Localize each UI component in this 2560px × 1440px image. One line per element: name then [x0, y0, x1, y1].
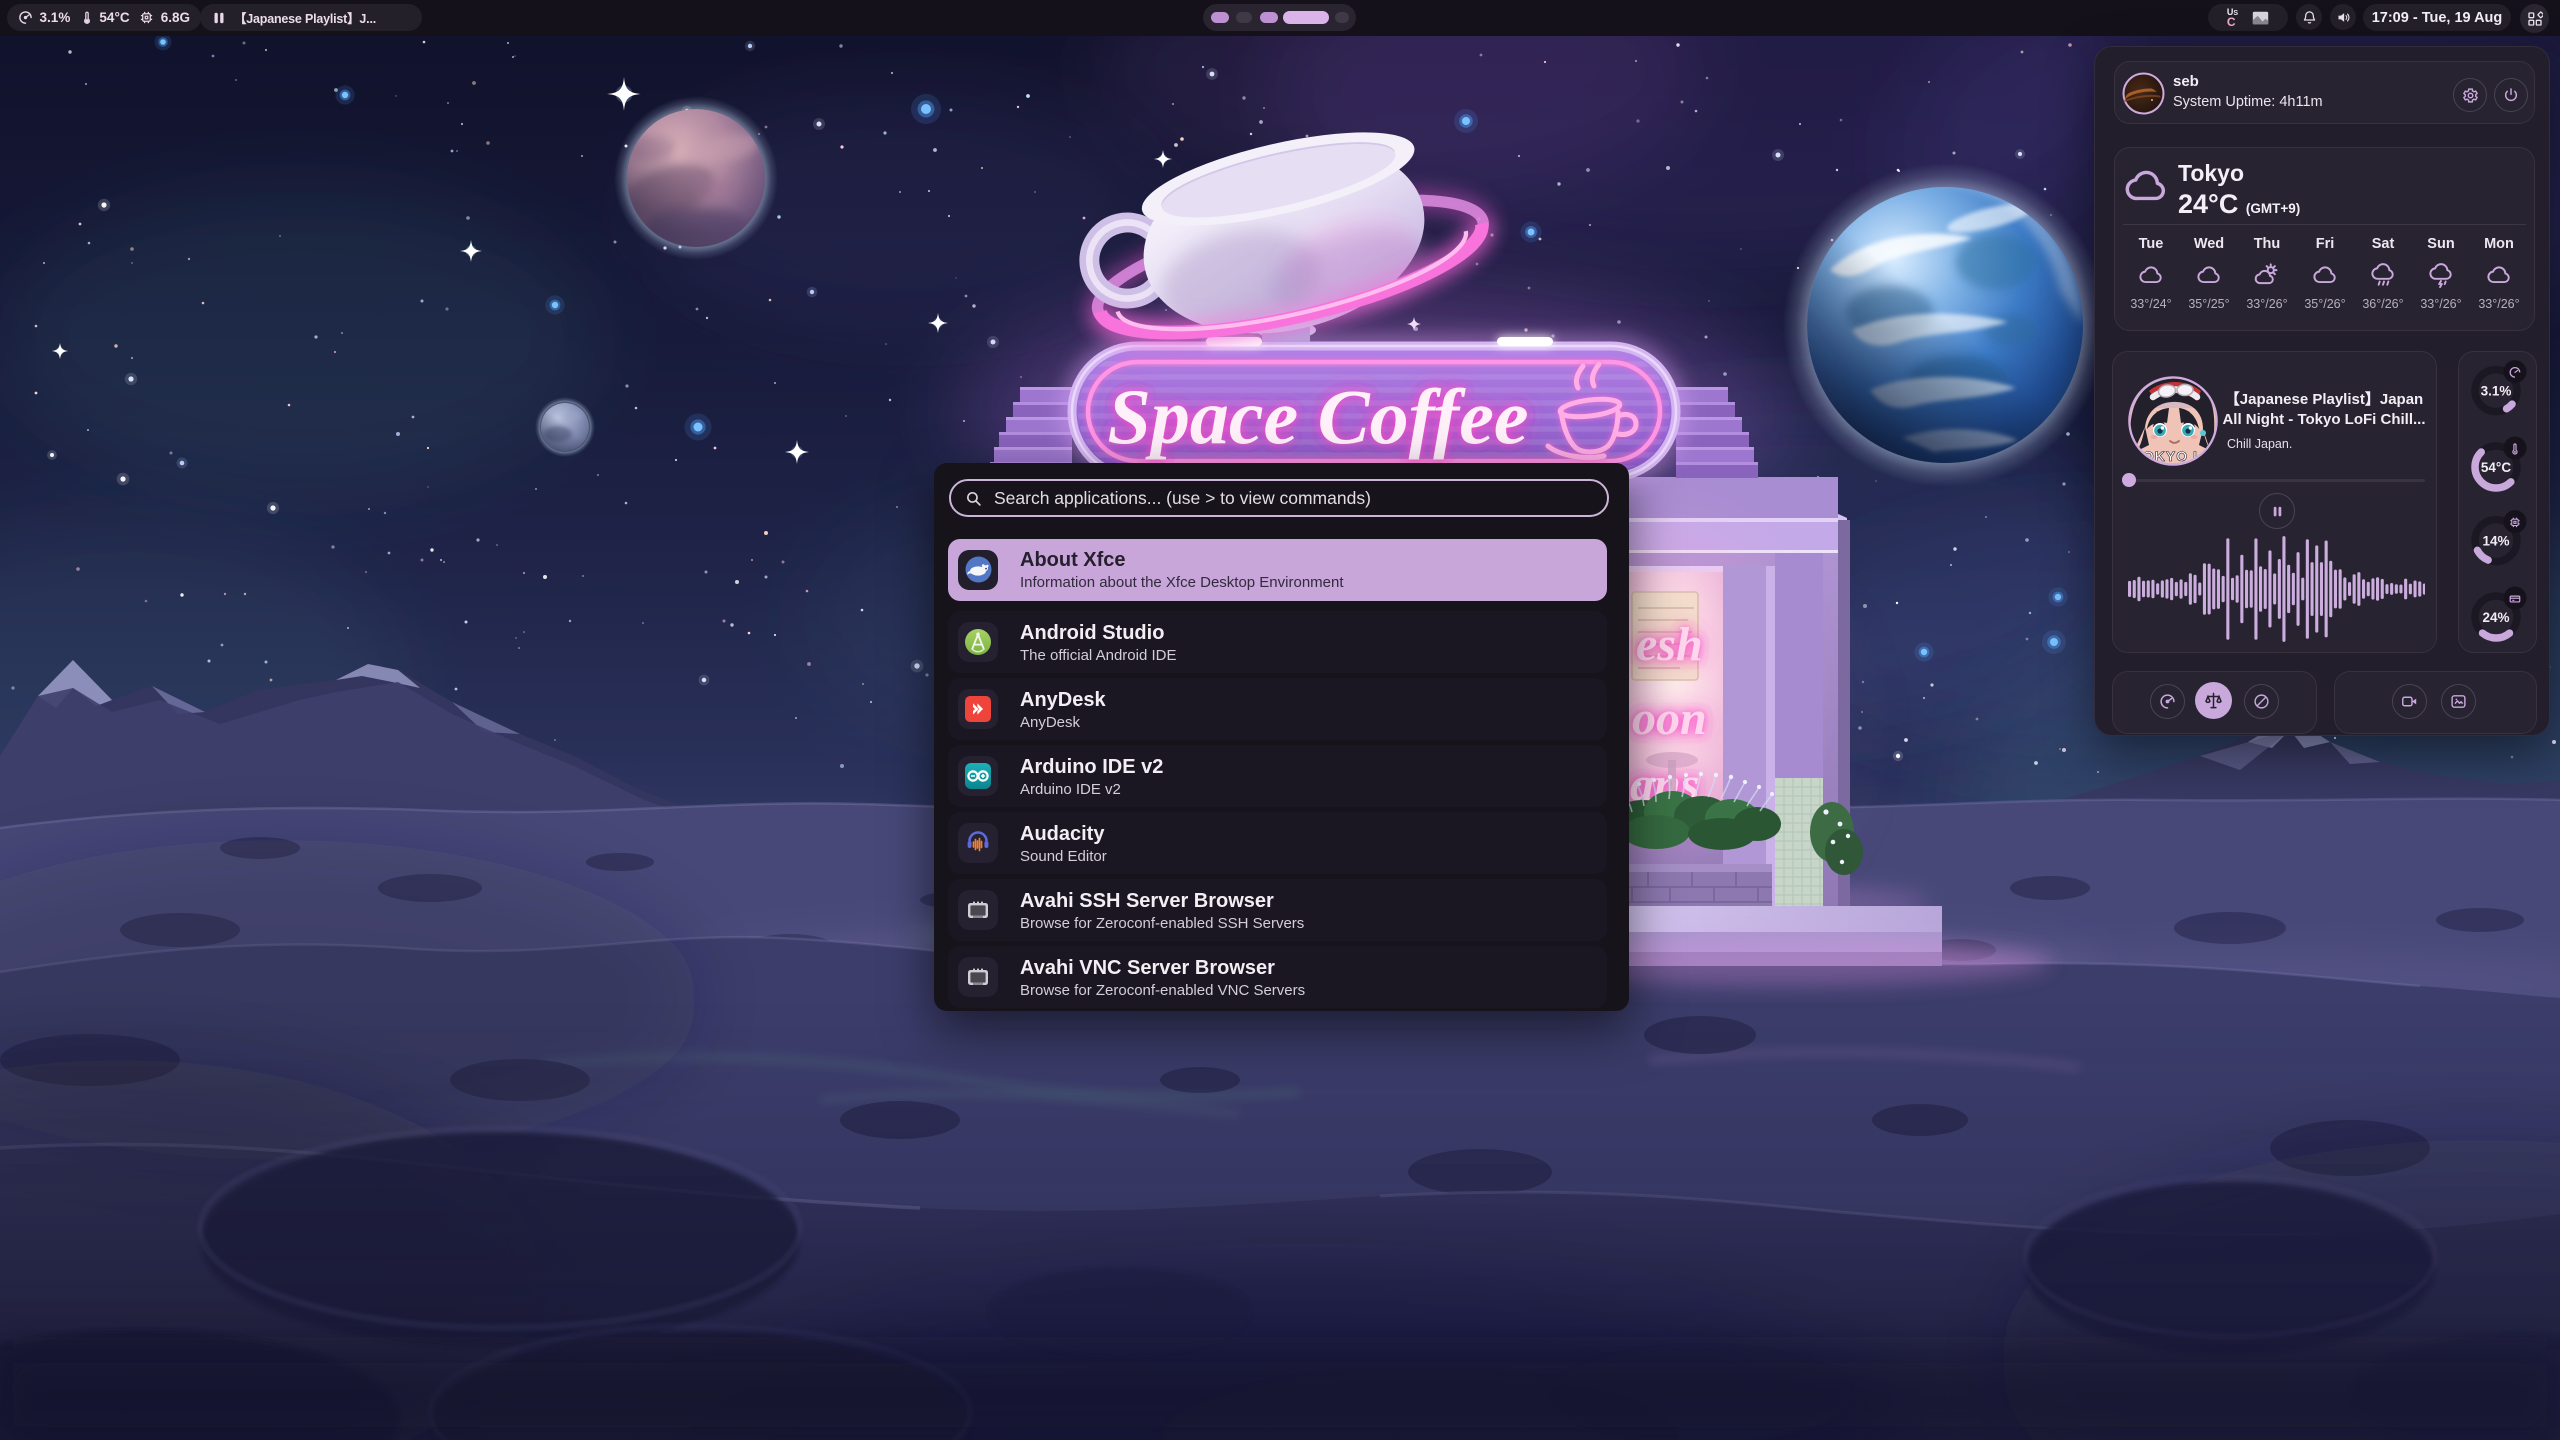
svg-text:54°C: 54°C [2481, 460, 2511, 475]
svg-text:3.1%: 3.1% [2481, 384, 2512, 399]
svg-text:oon: oon [1632, 692, 1707, 745]
svg-text:14%: 14% [2482, 534, 2509, 549]
svg-text:24%: 24% [2482, 610, 2509, 625]
svg-text:Space Coffee: Space Coffee [1108, 373, 1529, 460]
svg-text:esh: esh [1636, 618, 1703, 671]
